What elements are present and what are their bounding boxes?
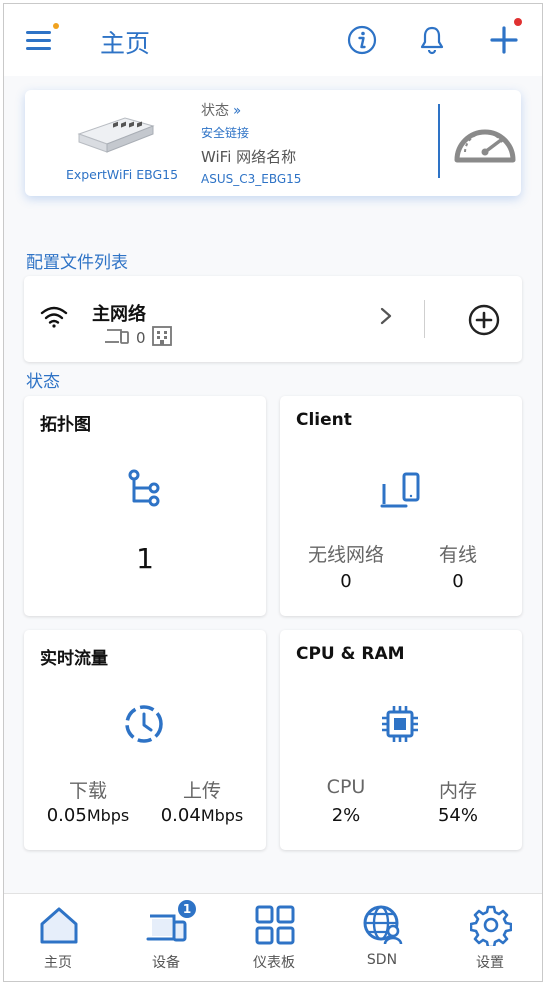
tile-title: 拓扑图 <box>40 415 91 435</box>
router-image <box>73 112 157 156</box>
upload-value: 0.04Mbps <box>142 805 262 826</box>
home-icon <box>38 904 80 946</box>
topology-count: 1 <box>136 542 154 575</box>
menu-line <box>26 31 51 34</box>
profile-name: 主网络 <box>92 304 146 325</box>
top-bar: 主页 <box>4 4 542 76</box>
notification-dot <box>514 18 522 26</box>
building-icon <box>151 326 172 350</box>
info-icon[interactable] <box>346 24 378 56</box>
download-unit: Mbps <box>86 806 130 825</box>
divider <box>438 104 440 178</box>
devices-badge: 1 <box>176 898 198 920</box>
wifi-name-value: ASUS_C3_EBG15 <box>201 172 302 186</box>
nav-label: SDN <box>366 952 398 968</box>
upload-label: 上传 <box>182 780 221 802</box>
nav-label: 主页 <box>44 955 72 971</box>
download-label: 下载 <box>68 780 107 802</box>
topology-icon <box>124 468 164 508</box>
divider <box>424 300 425 338</box>
wireless-count: 0 <box>340 571 352 592</box>
status-value: 安全链接 <box>201 126 250 140</box>
menu-line <box>26 47 51 50</box>
download-number: 0.05 <box>46 805 87 826</box>
tile-title: CPU & RAM <box>296 644 405 664</box>
cpu-ram-tile[interactable]: CPU & RAM CPU 2% 内存 54% <box>280 630 522 850</box>
cpu-chip-icon <box>380 704 420 744</box>
client-device-icon <box>104 327 130 349</box>
nav-item-devices[interactable]: 1 设备 <box>112 898 220 980</box>
device-card[interactable]: ExpertWiFi EBG15 状态 ›› 安全链接 WiFi 网络名称 ASU… <box>25 90 521 196</box>
cpu-value: 2% <box>331 805 361 826</box>
chevron-right-icon[interactable] <box>378 306 394 326</box>
double-chevron-icon: ›› <box>233 103 241 119</box>
dashboard-icon <box>254 904 296 946</box>
page-title: 主页 <box>100 29 151 58</box>
ram-label: 内存 <box>438 780 477 802</box>
wifi-name-label: WiFi 网络名称 <box>201 148 297 166</box>
profile-list-title: 配置文件列表 <box>26 253 128 273</box>
upload-number: 0.04 <box>160 805 201 826</box>
profile-meta: 0 <box>104 326 172 350</box>
device-model: ExpertWiFi EBG15 <box>65 167 179 182</box>
app-screen: 主页 ExpertWiFi EBG15 状态 ›› 安全链接 WiFi 网络名称… <box>3 3 543 982</box>
bell-icon[interactable] <box>416 24 448 56</box>
nav-item-sdn[interactable]: SDN <box>328 902 436 980</box>
client-devices-icon <box>380 472 420 512</box>
nav-item-home[interactable]: 主页 <box>4 902 112 980</box>
nav-item-settings[interactable]: 设置 <box>436 902 542 980</box>
gear-icon <box>469 904 513 949</box>
status-link[interactable]: 状态 ›› <box>201 100 241 120</box>
wired-count: 0 <box>452 571 464 592</box>
ram-value: 54% <box>437 805 478 826</box>
nav-label: 设备 <box>152 955 180 971</box>
tile-title: Client <box>296 410 352 430</box>
wireless-label: 无线网络 <box>307 544 384 566</box>
wifi-icon <box>40 306 68 328</box>
tile-title: 实时流量 <box>40 649 108 669</box>
menu-button[interactable] <box>26 23 59 56</box>
profile-client-count: 0 <box>136 329 146 347</box>
speedometer-icon[interactable] <box>451 116 519 170</box>
wired-label: 有线 <box>438 544 477 566</box>
download-value: 0.05Mbps <box>28 805 148 826</box>
sdn-globe-icon <box>362 904 404 946</box>
topology-tile[interactable]: 拓扑图 1 <box>24 396 266 616</box>
upload-unit: Mbps <box>200 806 244 825</box>
menu-line <box>26 39 51 42</box>
status-section-title: 状态 <box>26 372 60 392</box>
client-tile[interactable]: Client 无线网络 0 有线 0 <box>280 396 522 616</box>
nav-label: 设置 <box>476 955 504 971</box>
profile-card[interactable]: 主网络 0 <box>24 276 522 362</box>
add-icon[interactable] <box>488 18 522 56</box>
status-label: 状态 <box>201 103 229 119</box>
add-profile-icon[interactable] <box>468 304 500 336</box>
clock-icon <box>124 704 164 744</box>
menu-notification-dot <box>53 23 59 29</box>
nav-item-dashboard[interactable]: 仪表板 <box>220 902 328 980</box>
nav-label: 仪表板 <box>253 955 295 971</box>
cpu-label: CPU <box>326 776 366 798</box>
bottom-nav: 主页 1 设备 仪表板 SDN 设置 <box>4 893 542 981</box>
traffic-tile[interactable]: 实时流量 下载 0.05Mbps 上传 0.04Mbps <box>24 630 266 850</box>
